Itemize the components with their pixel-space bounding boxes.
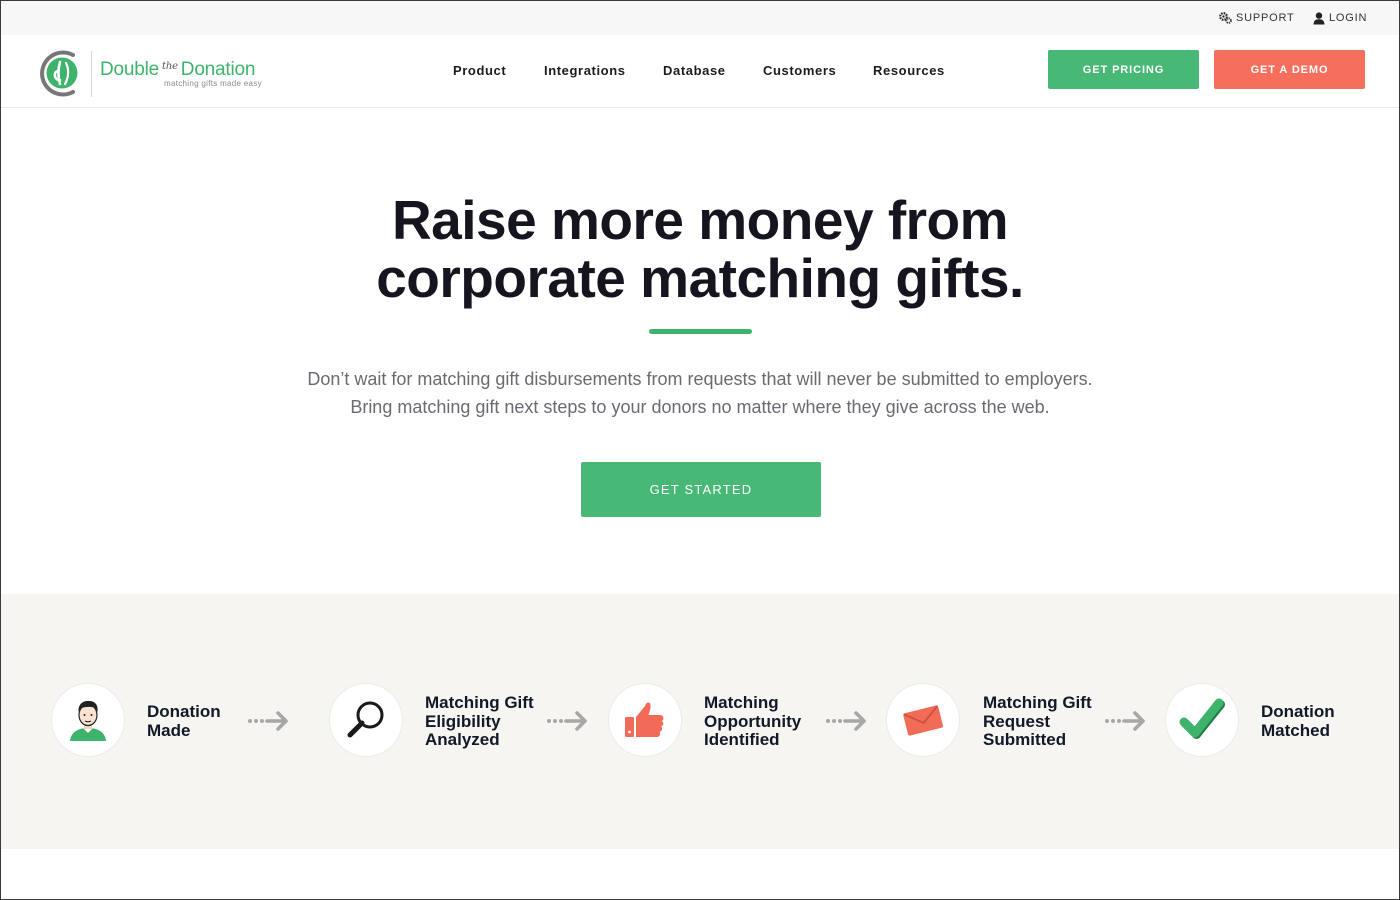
step-label: Donation Matched — [1261, 702, 1335, 740]
login-link[interactable]: LOGIN — [1313, 9, 1367, 27]
step-label-line: Matching Gift — [425, 693, 534, 712]
dotted-arrow-icon — [1105, 711, 1145, 731]
hero-subtitle-line: Bring matching gift next steps to your d… — [350, 397, 1050, 417]
step-label-line: Matched — [1261, 720, 1330, 740]
step-label-line: Matching — [704, 693, 779, 712]
step-label-line: Request — [983, 711, 1051, 731]
logo-wordmark: Double the Donation — [100, 59, 255, 81]
step-label-line: Donation — [147, 702, 221, 721]
logo-word-donation: Donation — [180, 59, 256, 80]
hero-title: Raise more money from corporate matching… — [1, 191, 1399, 307]
step-label-line: Analyzed — [425, 730, 500, 749]
step-icon-circle — [609, 684, 681, 756]
dotted-arrow-icon — [248, 711, 288, 731]
login-label: LOGIN — [1329, 12, 1368, 24]
get-demo-button[interactable]: GET A DEMO — [1214, 50, 1365, 89]
step-label: Matching Opportunity Identified — [704, 693, 802, 750]
hero-title-line: Raise more money from — [391, 189, 1009, 251]
magnifier-icon — [347, 701, 384, 738]
checkmark-icon — [1179, 698, 1225, 739]
step-icon-circle — [52, 684, 124, 756]
logo-word-the: the — [162, 61, 178, 72]
support-link[interactable]: SUPPORT — [1219, 9, 1295, 27]
get-pricing-button[interactable]: GET PRICING — [1048, 50, 1199, 89]
nav-item-database[interactable]: Database — [663, 63, 726, 78]
step-icon-circle — [1166, 684, 1238, 756]
get-started-button[interactable]: GET STARTED — [581, 462, 821, 517]
nav-item-product[interactable]: Product — [453, 63, 506, 78]
step-label-line: Donation — [1261, 702, 1335, 721]
step-label-line: Submitted — [983, 730, 1067, 749]
nav-item-integrations[interactable]: Integrations — [544, 63, 626, 78]
step-icon-circle — [330, 684, 402, 756]
process-steps: Donation Made Matching Gift Eligibility … — [1, 594, 1399, 849]
hero-subtitle: Don’t wait for matching gift disbursemen… — [1, 365, 1399, 421]
dotted-arrow-icon — [826, 711, 866, 731]
step-label-line: Identified — [704, 730, 780, 749]
step-icon-circle — [887, 684, 959, 756]
gears-icon — [1219, 12, 1232, 24]
nav-item-customers[interactable]: Customers — [763, 63, 836, 78]
dotted-arrow-icon — [547, 711, 587, 731]
site-header: Double the Donation matching gifts made ea… — [1, 35, 1399, 108]
hero-title-line: corporate matching gifts. — [376, 247, 1024, 309]
logo-divider — [91, 51, 92, 97]
hero-subtitle-line: Don’t wait for matching gift disbursemen… — [307, 369, 1093, 389]
nav-item-resources[interactable]: Resources — [873, 63, 945, 78]
utility-bar: SUPPORT LOGIN — [1, 1, 1399, 35]
support-label: SUPPORT — [1236, 12, 1295, 24]
person-icon — [70, 700, 106, 741]
user-icon — [1313, 11, 1325, 24]
step-label: Matching Gift Eligibility Analyzed — [425, 693, 534, 750]
brand-logo[interactable]: Double the Donation matching gifts made ea… — [36, 47, 276, 99]
step-label-line: Matching Gift — [983, 693, 1092, 712]
step-label-line: Made — [147, 720, 191, 740]
envelope-icon — [903, 705, 943, 736]
thumbs-up-icon — [625, 702, 664, 737]
step-label: Matching Gift Request Submitted — [983, 693, 1092, 750]
hero-divider — [649, 329, 752, 334]
step-label: Donation Made — [147, 702, 221, 740]
logo-tagline: matching gifts made easy — [164, 79, 262, 88]
step-label-line: Opportunity — [704, 711, 802, 731]
logo-word-double: Double — [100, 59, 160, 80]
logo-mark-icon — [40, 50, 78, 97]
step-label-line: Eligibility — [425, 711, 501, 731]
